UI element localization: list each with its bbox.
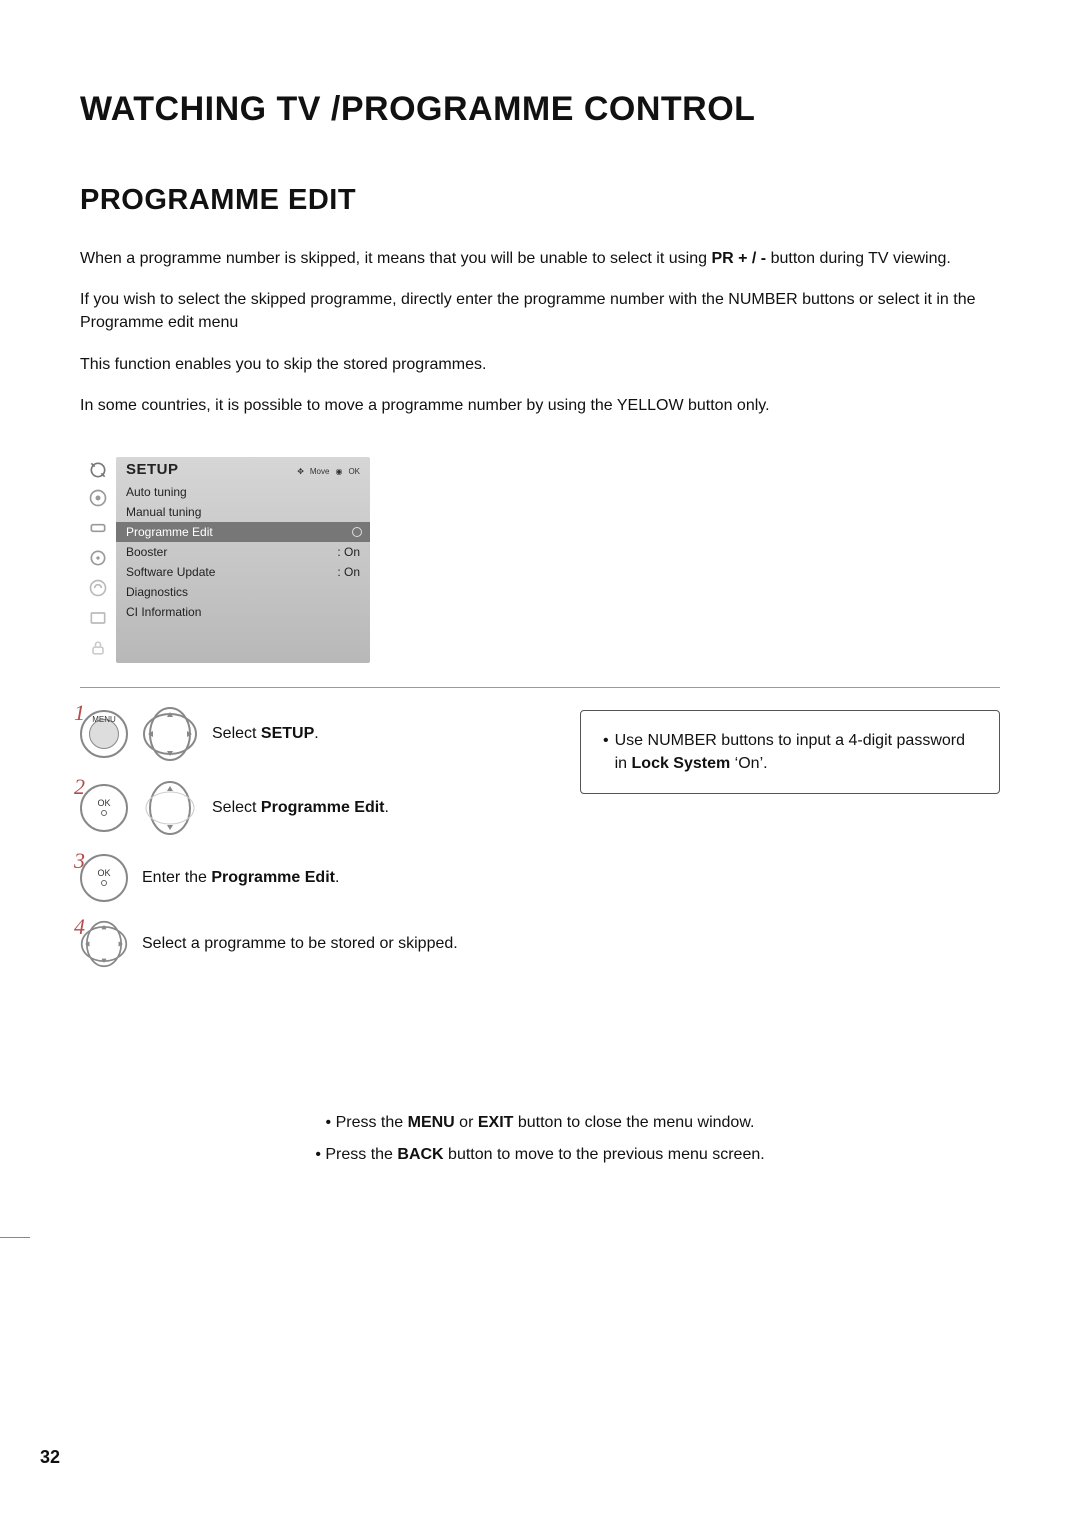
ok-button-icon: OK bbox=[80, 854, 128, 902]
side-rule bbox=[0, 1237, 30, 1238]
page-number: 32 bbox=[40, 1447, 60, 1468]
option-icon bbox=[80, 573, 116, 603]
step-number: 2 bbox=[74, 774, 85, 800]
dpad-vertical-icon bbox=[142, 780, 198, 836]
footer-notes: • Press the MENU or EXIT button to close… bbox=[0, 1114, 1080, 1178]
audio-icon bbox=[80, 513, 116, 543]
setup-menu-item: Booster: On bbox=[116, 542, 370, 562]
section-title: PROGRAMME EDIT bbox=[80, 184, 1000, 217]
intro-p4: In some countries, it is possible to mov… bbox=[80, 394, 1000, 417]
move-hint-label: Move bbox=[310, 467, 330, 476]
menu-button-icon: MENU bbox=[80, 710, 128, 758]
intro-p2: If you wish to select the skipped progra… bbox=[80, 288, 1000, 334]
step-number: 3 bbox=[74, 848, 85, 874]
dpad-icon bbox=[142, 706, 198, 762]
satellite-icon bbox=[80, 457, 116, 483]
ok-button-icon: OK bbox=[80, 784, 128, 832]
step-2: 2 OK Select Programme Edit. bbox=[80, 780, 550, 836]
step-3: 3 OK Enter the Programme Edit. bbox=[80, 854, 550, 902]
step-2-text: Select Programme Edit. bbox=[212, 799, 389, 817]
tip-box: • Use NUMBER buttons to input a 4-digit … bbox=[580, 710, 1000, 794]
ok-hint-label: OK bbox=[348, 467, 360, 476]
setup-menu: SETUP ✥ Move ◉ OK Auto tuning Manual tun… bbox=[80, 457, 370, 663]
step-4: 4 Select a programme to be stored or ski… bbox=[80, 920, 550, 968]
ok-hint-icon: ◉ bbox=[335, 467, 342, 476]
dpad-icon bbox=[80, 920, 128, 968]
step-1: 1 MENU Select SETUP. bbox=[80, 706, 550, 762]
step-1-text: Select SETUP. bbox=[212, 725, 319, 743]
setup-menu-item: Software Update: On bbox=[116, 562, 370, 582]
intro-p1: When a programme number is skipped, it m… bbox=[80, 247, 1000, 270]
section-divider bbox=[80, 687, 1000, 688]
picture-icon bbox=[80, 483, 116, 513]
setup-menu-item: Manual tuning bbox=[116, 502, 370, 522]
setup-menu-title: SETUP bbox=[126, 461, 297, 478]
setup-menu-title-row: SETUP ✥ Move ◉ OK bbox=[116, 457, 370, 482]
intro-p3: This function enables you to skip the st… bbox=[80, 353, 1000, 376]
page-title: WATCHING TV /PROGRAMME CONTROL bbox=[80, 90, 1000, 129]
setup-menu-item: Diagnostics bbox=[116, 582, 370, 602]
setup-menu-category-icons bbox=[80, 457, 116, 663]
step-4-text: Select a programme to be stored or skipp… bbox=[142, 935, 458, 953]
screen-icon bbox=[80, 603, 116, 633]
setup-menu-item-selected: Programme Edit bbox=[116, 522, 370, 542]
time-icon bbox=[80, 543, 116, 573]
setup-menu-item: CI Information bbox=[116, 602, 370, 622]
step-number: 1 bbox=[74, 700, 85, 726]
step-number: 4 bbox=[74, 914, 85, 940]
move-hint-icon: ✥ bbox=[297, 467, 304, 476]
step-3-text: Enter the Programme Edit. bbox=[142, 869, 339, 887]
setup-menu-item: Auto tuning bbox=[116, 482, 370, 502]
lock-icon bbox=[80, 633, 116, 663]
